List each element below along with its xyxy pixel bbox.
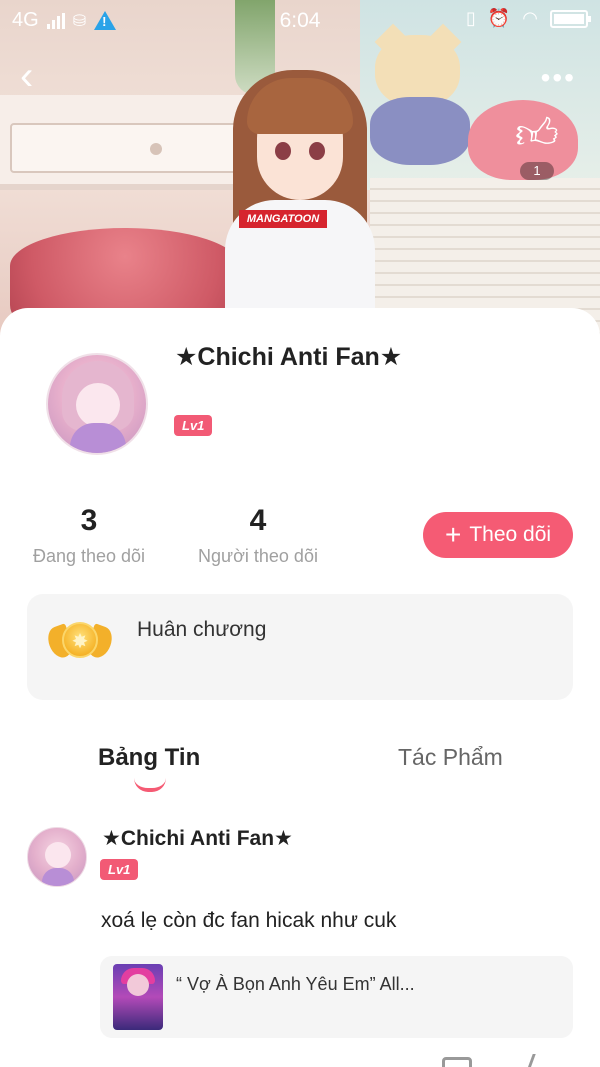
followers-count: 4 xyxy=(249,504,267,537)
medals-label: Huân chương xyxy=(137,618,267,641)
post-actions xyxy=(0,1050,600,1067)
post-level-badge: Lv1 xyxy=(100,859,139,880)
vibrate-icon: ▯ xyxy=(465,8,476,28)
like-button[interactable]: 👍︎ 1 xyxy=(512,110,562,180)
following-label: Đang theo dõi xyxy=(32,546,146,566)
following-stat[interactable]: 3 Đang theo dõi xyxy=(26,504,152,567)
more-button[interactable]: ••• xyxy=(540,62,576,93)
post-text: xoá lẹ còn đc fan hicak như cuk xyxy=(101,909,397,932)
profile-cover-image: MANGATOON xyxy=(0,0,600,340)
profile-card: ★Chichi Anti Fan★ Lv1 3 Đang theo dõi 4 … xyxy=(0,308,600,1067)
followers-stat[interactable]: 4 Người theo dõi xyxy=(190,504,326,567)
wifi-icon: ◠ xyxy=(522,8,538,28)
cover-plush-cat xyxy=(370,23,470,165)
avatar[interactable] xyxy=(46,353,148,455)
status-bar: 4G ⛁ 6:04 ▯ ⏰ ◠ xyxy=(0,0,600,40)
followers-label: Người theo dõi xyxy=(198,546,318,566)
comment-icon[interactable] xyxy=(442,1057,472,1067)
linked-work-cover xyxy=(113,964,163,1030)
back-button[interactable]: ‹ xyxy=(20,56,60,98)
shirt-logo-text: MANGATOON xyxy=(239,210,327,228)
thumbs-up-icon: 👍︎ xyxy=(515,110,559,157)
medal-icon xyxy=(44,616,116,672)
share-icon[interactable] xyxy=(523,1054,549,1067)
alarm-icon: ⏰ xyxy=(487,8,511,28)
following-count: 3 xyxy=(80,504,98,537)
follow-button-label: Theo dõi xyxy=(469,523,552,546)
level-badge: Lv1 xyxy=(174,415,213,436)
post-author-name[interactable]: ★Chichi Anti Fan★ xyxy=(102,826,293,851)
like-count: 1 xyxy=(520,162,554,180)
linked-work-title: “ Vợ À Bọn Anh Yêu Em” All... xyxy=(176,974,415,994)
cover-drawer xyxy=(10,123,250,173)
plus-icon: + xyxy=(444,519,462,550)
tab-feed[interactable]: Bảng Tin xyxy=(98,744,200,772)
cover-drawer-knob xyxy=(150,143,162,155)
medals-section[interactable]: Huân chương xyxy=(27,594,573,700)
tab-works[interactable]: Tác Phẩm xyxy=(398,744,503,771)
post-author-avatar[interactable] xyxy=(27,827,87,887)
profile-username: ★Chichi Anti Fan★ xyxy=(175,343,403,371)
battery-icon xyxy=(550,9,591,28)
linked-work-card[interactable]: “ Vợ À Bọn Anh Yêu Em” All... xyxy=(100,956,573,1038)
follow-button[interactable]: + Theo dõi xyxy=(423,512,573,558)
cover-character: MANGATOON xyxy=(225,60,375,340)
more-dots-icon: ••• xyxy=(540,62,576,93)
chevron-left-icon: ‹ xyxy=(20,54,34,98)
active-tab-indicator xyxy=(134,778,166,792)
